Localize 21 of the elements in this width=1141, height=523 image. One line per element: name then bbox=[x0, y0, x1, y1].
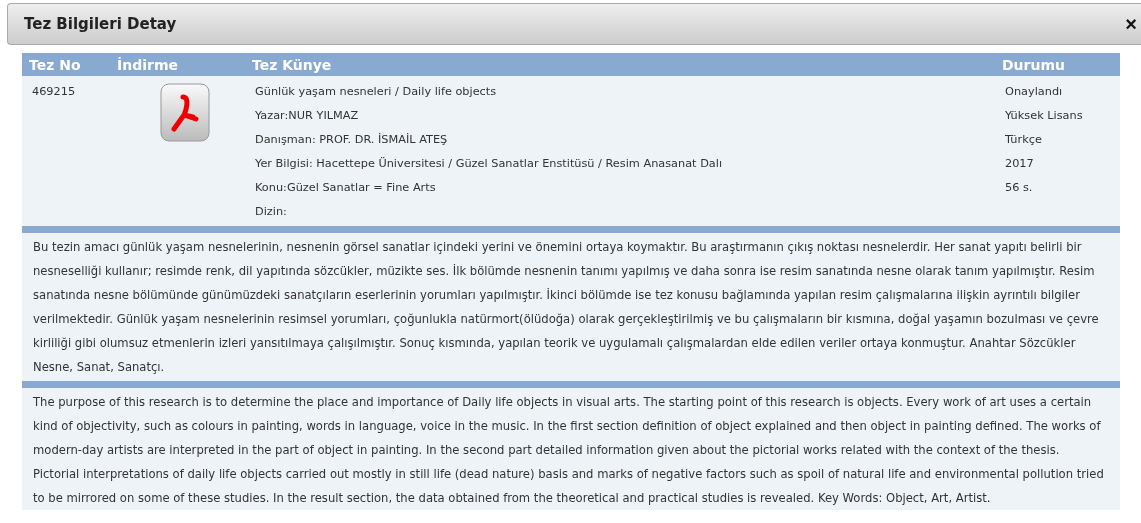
column-header: Durumu bbox=[1001, 56, 1066, 73]
thesis-info-line: Yazar:NUR YILMAZ bbox=[255, 108, 359, 124]
status-line: Yüksek Lisans bbox=[1005, 108, 1083, 124]
thesis-number: 469215 bbox=[32, 84, 76, 100]
thesis-info-line: Yer Bilgisi: Hacettepe Üniversitesi / Güzel Sanatlar Enstitüsü / Resim Anasanat Dalı bbox=[255, 156, 723, 172]
pdf-icon[interactable] bbox=[160, 83, 210, 143]
column-header: İndirme bbox=[116, 56, 179, 73]
thesis-info-line: Konu:Güzel Sanatlar = Fine Arts bbox=[255, 180, 436, 196]
thesis-info-line: Günlük yaşam nesneleri / Daily life objects bbox=[255, 84, 497, 100]
status-line: 56 s. bbox=[1005, 180, 1033, 196]
close-button[interactable]: × bbox=[1125, 14, 1137, 34]
thesis-info-line: Danışman: PROF. DR. İSMAİL ATEŞ bbox=[255, 132, 448, 148]
thesis-info-line: Dizin: bbox=[255, 204, 287, 220]
status-line: Onaylandı bbox=[1005, 84, 1063, 100]
column-header: Tez No bbox=[28, 56, 82, 73]
dialog-title: Tez Bilgileri Detay bbox=[24, 15, 177, 33]
status-line: Türkçe bbox=[1005, 132, 1042, 148]
column-header: Tez Künye bbox=[251, 56, 333, 73]
status-line: 2017 bbox=[1005, 156, 1034, 172]
abstract-paragraph: The purpose of this research is to determine the place and importance of Daily life objects in visual arts. The starting point of this research is objects. Every work of art uses a certain kind of objectivity, such as colours in painting, words in language, voice in the music. In the first section definition of object explained and then object in painting defined. The works of modern-day artists are interpreted in the part of object in painting. In the second part detailed information given about the pictorial works related with the context of the thesis. Pictorial interpretations of daily life objects carried out mostly in still life (dead nature) basis and marks of negative factors such as spoil of natural life and environmental pollution tried to be mirrored on some of these studies. In the result section, the data obtained from the theoretical and practical studies is revealed. Key Words: Object, Art, Artist. bbox=[32, 394, 1105, 507]
abstract-paragraph: Bu tezin amacı günlük yaşam nesnelerinin, nesnenin görsel sanatlar içindeki yerini ve önemini ortaya koymaktır. Bu araştırmanın çıkış noktası nesnelerdir. Her sanat yapıtı belirli bir nesneselliği kullanır; resimde renk, dil yapıtında sözcükler, müzikte ses. İlk bölümde nesnenin tanımı yapılmış ve daha sonra ise resim sanatında nesne olarak tanım yapılmıştır. Resim sanatında nesne bölümünde günümüzdeki sanatçıların eserlerinin yorumları yapılmıştır. İkinci bölümde ise tez konusu bağlamında yapılan resim çalışmalarına ilişkin ayrıntılı bilgiler verilmektedir. Günlük yaşam nesnelerinin resimsel yorumları, çoğunlukla natürmort(ölüdoğa) olarak gerçekleştirilmiş ve bu çalışmaların bir kısmına, doğal yaşamın bozulması ve çevre kirliliği gibi olumsuz etmenlerin izleri yansıtılmaya çalışılmıştır. Sonuç kısmında, yapılan teorik ve uygulamalı çalışmalardan elde edilen veriler ortaya konmuştur. Anahtar Sözcükler Nesne, Sanat, Sanatçı. bbox=[32, 239, 1100, 376]
